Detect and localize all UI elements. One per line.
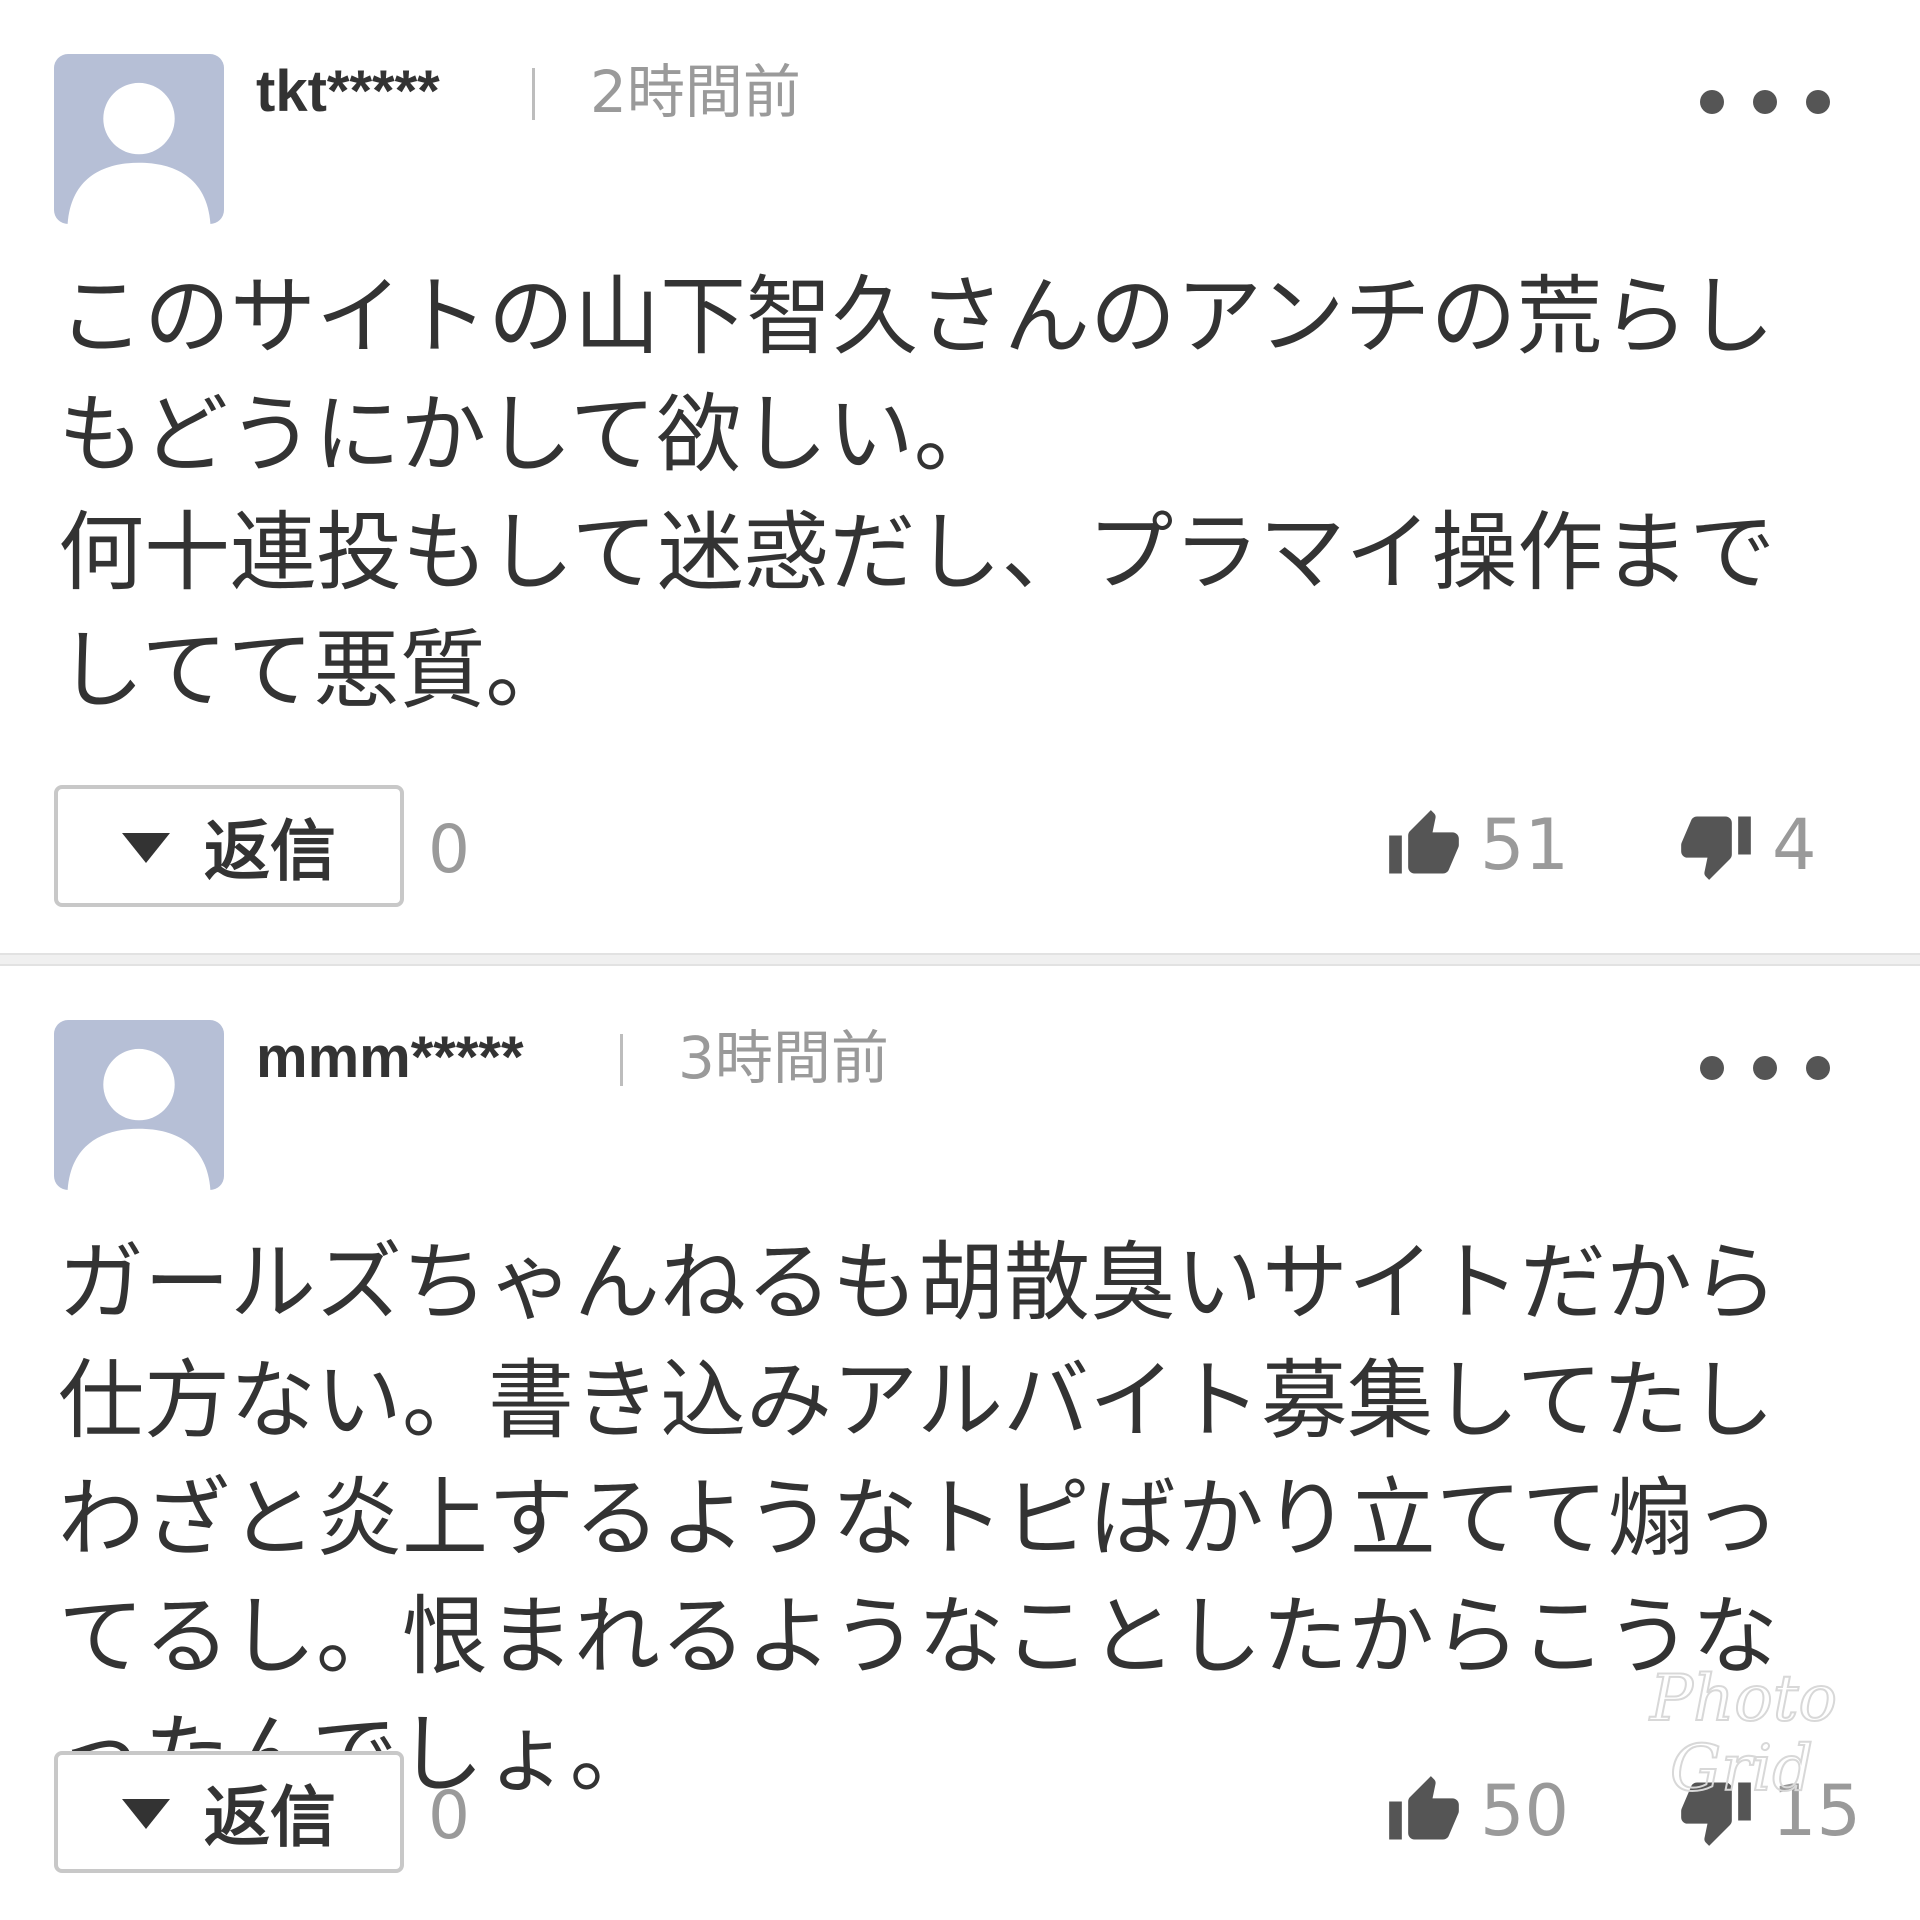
dislike-button[interactable]: 15 (1678, 1766, 1861, 1856)
reply-button[interactable]: 返信 (54, 785, 404, 907)
thumbs-up-icon (1389, 810, 1459, 874)
reply-label: 返信 (204, 1779, 336, 1856)
thumbs-down-icon (1681, 816, 1751, 880)
caret-down-icon (122, 1799, 170, 1829)
like-count: 51 (1480, 804, 1570, 886)
default-user-avatar-icon (67, 1048, 211, 1190)
username[interactable]: mmm***** (256, 1018, 524, 1098)
dislike-count: 15 (1772, 1770, 1862, 1852)
post-time: 3時間前 (678, 1024, 889, 1092)
username[interactable]: tkt***** (256, 52, 440, 132)
more-options-button[interactable] (1700, 1050, 1830, 1086)
meta-separator (532, 68, 535, 120)
comment-body: ガールズちゃんねるも胡散臭いサイトだから仕方ない。書き込みアルバイト募集してたし… (58, 1233, 1780, 1805)
reply-count: 0 (428, 1777, 470, 1854)
post-time: 2時間前 (590, 58, 801, 126)
user-avatar[interactable] (54, 54, 224, 224)
more-dots-icon (1700, 90, 1724, 114)
like-button[interactable]: 50 (1386, 1766, 1569, 1856)
like-count: 50 (1480, 1770, 1570, 1852)
thumbs-up-icon (1389, 1776, 1459, 1840)
more-options-button[interactable] (1700, 84, 1830, 120)
like-button[interactable]: 51 (1386, 800, 1569, 890)
more-dots-icon (1700, 1056, 1724, 1080)
meta-separator (620, 1034, 623, 1086)
caret-down-icon (122, 833, 170, 863)
reply-button[interactable]: 返信 (54, 1751, 404, 1873)
dislike-button[interactable]: 4 (1678, 800, 1817, 890)
default-user-avatar-icon (67, 82, 211, 224)
reply-label: 返信 (204, 813, 336, 890)
reply-count: 0 (428, 811, 470, 888)
comment-divider (0, 953, 1920, 966)
comment-body: このサイトの山下智久さんのアンチの荒らしもどうにかして欲しい。 何十連投もして迷… (58, 267, 1776, 721)
dislike-count: 4 (1772, 804, 1817, 886)
user-avatar[interactable] (54, 1020, 224, 1190)
comment-item: tkt***** 2時間前 このサイトの山下智久さんのアンチの荒らしもどうにかし… (0, 0, 1920, 953)
comment-item: mmm***** 3時間前 ガールズちゃんねるも胡散臭いサイトだから仕方ない。書… (0, 966, 1920, 1920)
thumbs-down-icon (1681, 1782, 1751, 1846)
